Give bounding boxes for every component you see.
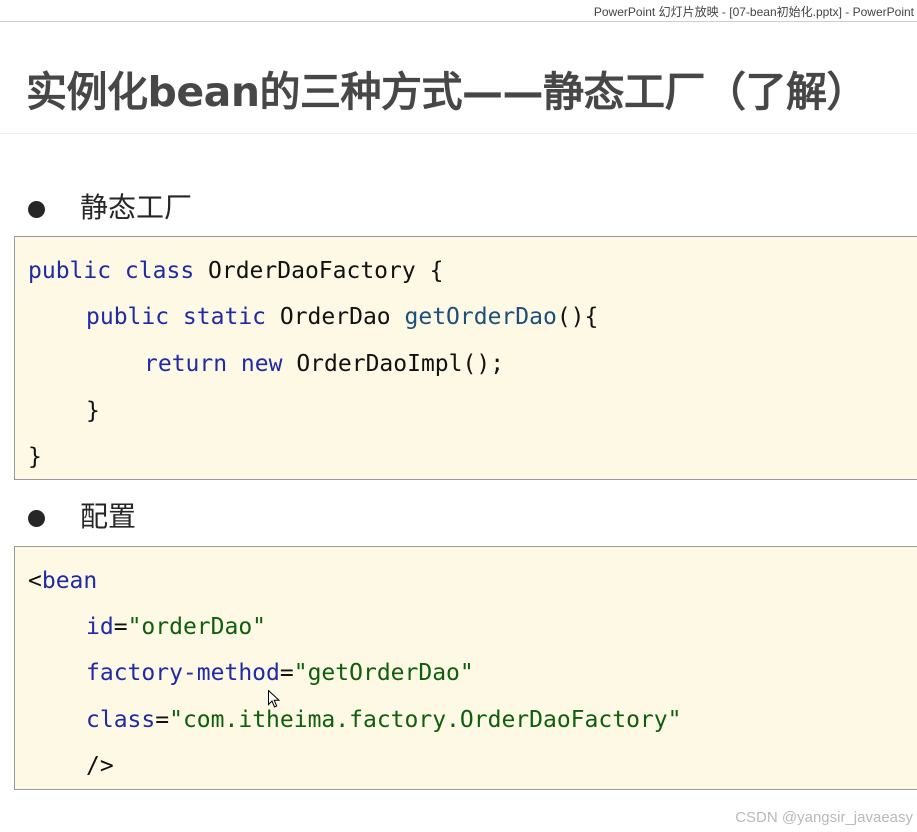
code-block-factory-class: public class OrderDaoFactory { public st… [14,236,917,480]
watermark: CSDN @yangsir_javaeasy [735,809,913,826]
title-divider [0,133,917,134]
bullet-dot-icon [28,510,45,527]
code-line: <bean [28,568,98,594]
code-line: public class OrderDaoFactory { [28,258,444,284]
bullet-label: 静态工厂 [80,191,193,224]
bullet-label: 配置 [80,500,137,533]
bullet-configuration: 配置 [28,497,428,537]
bullet-dot-icon [28,201,45,218]
window-titlebar: PowerPoint 幻灯片放映 - [07-bean初始化.pptx] - P… [0,0,917,22]
slide-title: 实例化bean的三种方式——静态工厂（了解） [26,68,868,116]
mouse-pointer-icon [268,690,280,708]
code-line: /> [86,753,114,779]
code-line: class="com.itheima.factory.OrderDaoFacto… [86,707,682,733]
code-line: } [86,398,100,424]
code-line: public static OrderDao getOrderDao(){ [86,304,599,330]
window-title: PowerPoint 幻灯片放映 - [07-bean初始化.pptx] - P… [593,5,914,19]
code-line: return new OrderDaoImpl(); [144,351,505,377]
code-line: id="orderDao" [86,614,267,640]
bullet-static-factory: 静态工厂 [28,188,428,228]
code-line: factory-method="getOrderDao" [86,660,474,686]
code-line: } [28,444,42,470]
code-block-bean-config: <bean id="orderDao" factory-method="getO… [14,546,917,790]
